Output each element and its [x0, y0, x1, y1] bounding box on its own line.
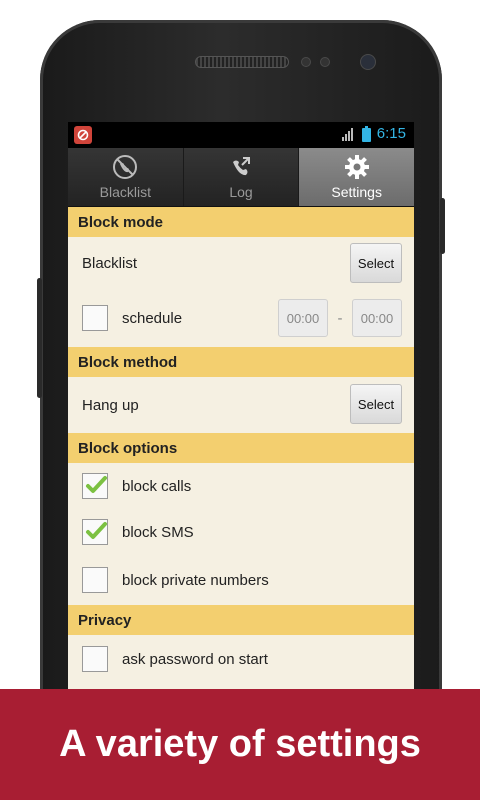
tab-settings[interactable]: Settings: [299, 148, 414, 206]
schedule-label: schedule: [122, 309, 183, 327]
checkmark-icon: [86, 476, 107, 493]
block-mode-value: Blacklist: [82, 254, 138, 272]
section-block-mode: Block mode: [68, 207, 414, 237]
tab-log-label: Log: [229, 184, 253, 200]
schedule-time-to[interactable]: 00:00: [352, 299, 402, 337]
earpiece-speaker: [195, 56, 289, 68]
block-app-icon: [74, 126, 92, 144]
section-block-options: Block options: [68, 433, 414, 463]
volume-button: [37, 278, 42, 398]
battery-icon: [361, 125, 371, 142]
schedule-checkbox[interactable]: [82, 305, 108, 331]
schedule-time-from[interactable]: 00:00: [278, 299, 328, 337]
status-right: 6:15: [341, 125, 406, 142]
block-mode-row: Blacklist Select: [68, 237, 414, 289]
block-mode-select-button[interactable]: Select: [350, 243, 402, 283]
ask-password-checkbox[interactable]: [82, 646, 108, 672]
block-method-select-button[interactable]: Select: [350, 384, 402, 424]
schedule-row: schedule 00:00 - 00:00: [68, 289, 414, 347]
status-time: 6:15: [376, 125, 406, 142]
tab-bar: Blacklist Log Settings: [68, 148, 414, 207]
power-button: [440, 198, 445, 254]
tab-blacklist-label: Blacklist: [99, 184, 152, 200]
block-sms-checkbox[interactable]: [82, 519, 108, 545]
light-sensor: [320, 57, 330, 67]
tab-log[interactable]: Log: [183, 148, 300, 206]
gear-icon: [344, 155, 369, 179]
call-log-icon: [233, 157, 250, 176]
option-block-sms[interactable]: block SMS: [68, 509, 414, 555]
option-ask-password[interactable]: ask password on start: [68, 635, 414, 683]
blocked-call-icon: [113, 155, 138, 179]
section-block-method: Block method: [68, 347, 414, 377]
time-separator: -: [337, 309, 343, 327]
block-calls-label: block calls: [122, 477, 192, 495]
block-private-label: block private numbers: [122, 571, 269, 589]
status-bar: 6:15: [68, 122, 414, 148]
section-privacy: Privacy: [68, 605, 414, 635]
block-calls-checkbox[interactable]: [82, 473, 108, 499]
tab-settings-label: Settings: [331, 184, 382, 200]
block-method-value: Hang up: [82, 396, 139, 414]
option-block-private[interactable]: block private numbers: [68, 555, 414, 605]
block-sms-label: block SMS: [122, 523, 194, 541]
option-block-calls[interactable]: block calls: [68, 463, 414, 509]
tab-blacklist[interactable]: Blacklist: [68, 148, 184, 206]
signal-icon: [341, 127, 353, 141]
ask-password-label: ask password on start: [122, 650, 268, 668]
front-camera: [360, 54, 376, 70]
checkmark-icon: [86, 522, 107, 539]
phone-screen: 6:15 Blacklist Log Settings Block mode B…: [68, 122, 414, 702]
proximity-sensor: [301, 57, 311, 67]
block-private-checkbox[interactable]: [82, 567, 108, 593]
promo-banner: A variety of settings: [0, 689, 480, 800]
block-method-row: Hang up Select: [68, 377, 414, 433]
